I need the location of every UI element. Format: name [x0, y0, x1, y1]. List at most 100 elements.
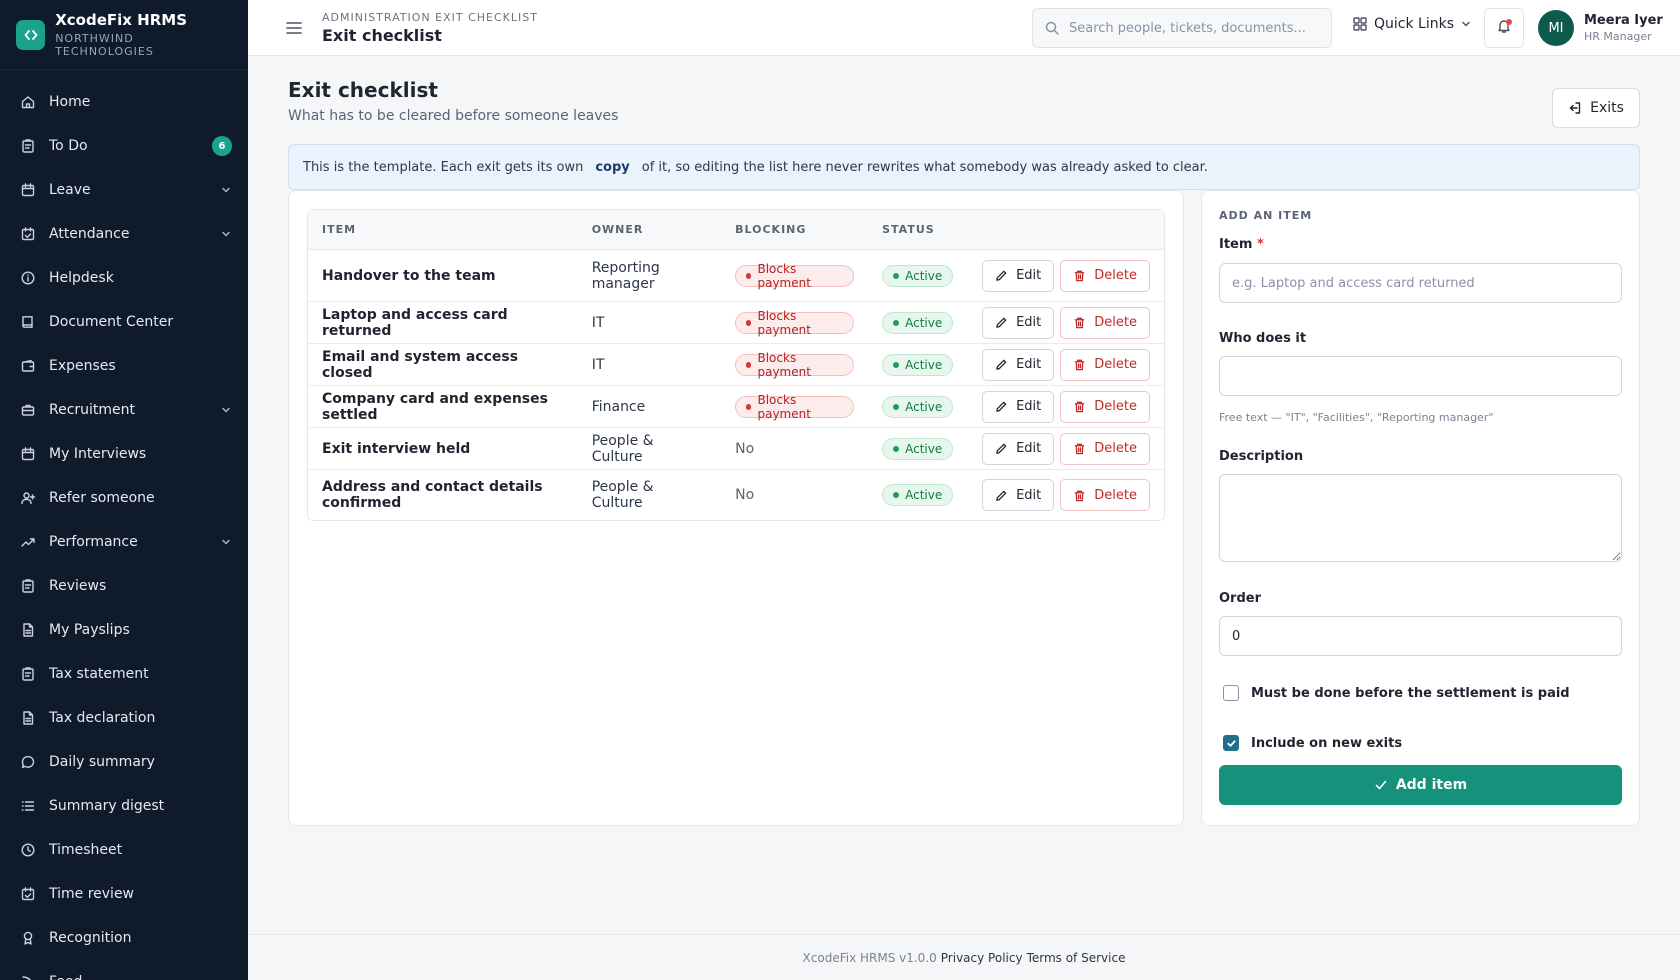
sidebar-item-tax-statement[interactable]: Tax statement — [0, 652, 248, 696]
sidebar-item-my-interviews[interactable]: My Interviews — [0, 432, 248, 476]
edit-button[interactable]: Edit — [982, 432, 1055, 465]
status-badge: Active — [882, 264, 954, 287]
sidebar-item-attendance[interactable]: Attendance — [0, 212, 248, 256]
user-menu[interactable]: MI Meera Iyer HR Manager — [1538, 10, 1663, 46]
chevron-down-icon[interactable] — [220, 404, 232, 416]
sidebar-item-recruitment[interactable]: Recruitment — [0, 388, 248, 432]
quick-links-label: Quick Links — [1374, 16, 1455, 32]
todo-count-badge: 6 — [212, 136, 232, 156]
blocking-checkbox-row[interactable]: Must be done before the settlement is pa… — [1219, 685, 1570, 701]
footer: XcodeFix HRMS v1.0.0 Privacy Policy Term… — [248, 934, 1680, 980]
file-icon — [20, 710, 36, 726]
sidebar-item-home[interactable]: Home — [0, 80, 248, 124]
footer-version: XcodeFix HRMS v1.0.0 — [802, 950, 937, 965]
edit-button[interactable]: Edit — [982, 306, 1055, 339]
who-input[interactable] — [1219, 356, 1622, 396]
include-checkbox[interactable] — [1223, 735, 1239, 751]
search-box[interactable] — [1032, 8, 1332, 48]
pencil-icon — [995, 316, 1008, 329]
quick-links-button[interactable]: Quick Links — [1352, 16, 1472, 32]
terms-link[interactable]: Terms of Service — [1027, 951, 1126, 965]
who-hint: Free text — "IT", "Facilities", "Reporti… — [1219, 411, 1494, 424]
status-badge-text: Active — [905, 357, 943, 372]
sidebar-item-expenses[interactable]: Expenses — [0, 344, 248, 388]
file-icon — [20, 622, 36, 638]
sidebar-item-time-review[interactable]: Time review — [0, 872, 248, 916]
delete-button[interactable]: Delete — [1060, 432, 1150, 465]
sidebar-item-daily-summary[interactable]: Daily summary — [0, 740, 248, 784]
sidebar-item-feed[interactable]: Feed — [0, 960, 248, 980]
chevron-down-icon[interactable] — [220, 536, 232, 548]
sidebar-item-my-payslips[interactable]: My Payslips — [0, 608, 248, 652]
sidebar-item-helpdesk[interactable]: Helpdesk — [0, 256, 248, 300]
blocking-checkbox[interactable] — [1223, 685, 1239, 701]
sidebar-nav: Home To Do 6 Leave Attendance Helpdesk Documen… — [0, 70, 248, 980]
sidebar-item-document-center[interactable]: Document Center — [0, 300, 248, 344]
sidebar-item-summary-digest[interactable]: Summary digest — [0, 784, 248, 828]
delete-button[interactable]: Delete — [1060, 348, 1150, 381]
menu-toggle-icon[interactable] — [284, 18, 304, 38]
search-input[interactable] — [1069, 20, 1309, 36]
briefcase-icon — [20, 402, 36, 418]
edit-button[interactable]: Edit — [982, 259, 1055, 292]
order-input[interactable] — [1219, 616, 1622, 656]
info-text-before: This is the template. Each exit gets its… — [303, 159, 584, 175]
sidebar-item-recognition[interactable]: Recognition — [0, 916, 248, 960]
edit-button[interactable]: Edit — [982, 479, 1055, 511]
cell-item: Laptop and access card returned — [308, 302, 578, 344]
edit-label: Edit — [1016, 357, 1042, 372]
sidebar-item-leave[interactable]: Leave — [0, 168, 248, 212]
table-header-row: ITEM OWNER BLOCKING STATUS — [308, 210, 1164, 250]
sidebar-item-timesheet[interactable]: Timesheet — [0, 828, 248, 872]
delete-button[interactable]: Delete — [1060, 259, 1150, 292]
pencil-icon — [995, 489, 1008, 502]
delete-label: Delete — [1094, 399, 1137, 414]
brand[interactable]: XcodeFix HRMS NORTHWIND TECHNOLOGIES — [0, 0, 248, 70]
cell-blocking: No — [721, 470, 868, 520]
sidebar-item-label: Attendance — [49, 226, 130, 242]
sidebar-item-label: Daily summary — [49, 754, 155, 770]
chevron-down-icon[interactable] — [220, 228, 232, 240]
info-code: copy — [595, 159, 630, 175]
table-row: Laptop and access card returned IT Blocks … — [308, 302, 1164, 344]
exits-button[interactable]: Exits — [1552, 88, 1640, 128]
add-item-button[interactable]: Add item — [1219, 765, 1622, 805]
description-textarea[interactable] — [1219, 474, 1622, 562]
cell-status: Active — [868, 386, 969, 428]
sidebar-item-performance[interactable]: Performance — [0, 520, 248, 564]
cell-actions: Edit Delete — [968, 470, 1164, 520]
cell-actions: Edit Delete — [968, 386, 1164, 428]
delete-button[interactable]: Delete — [1060, 306, 1150, 339]
breadcrumb: ADMINISTRATION EXIT CHECKLIST — [322, 10, 538, 24]
edit-button[interactable]: Edit — [982, 390, 1055, 423]
trash-icon — [1073, 269, 1086, 282]
add-item-panel: ADD AN ITEM Item * Who does it Free text… — [1201, 190, 1640, 826]
sidebar-item-label: Performance — [49, 534, 138, 550]
chevron-down-icon[interactable] — [220, 184, 232, 196]
pencil-icon — [995, 358, 1008, 371]
sidebar-item-tax-declaration[interactable]: Tax declaration — [0, 696, 248, 740]
status-badge-text: Active — [905, 441, 943, 456]
cell-item: Address and contact details confirmed — [322, 479, 543, 511]
blocking-badge: Blocks payment — [735, 351, 855, 379]
sidebar-item-label: Home — [49, 94, 91, 110]
delete-button[interactable]: Delete — [1060, 390, 1150, 423]
include-checkbox-row[interactable]: Include on new exits — [1219, 735, 1402, 751]
delete-button[interactable]: Delete — [1060, 479, 1150, 511]
notifications-button[interactable] — [1484, 8, 1524, 48]
cell-blocking: No — [721, 428, 869, 470]
calendar-icon — [20, 182, 36, 198]
book-icon — [20, 314, 36, 330]
status-badge: Active — [882, 311, 954, 334]
sidebar-item-to-do[interactable]: To Do 6 — [0, 124, 248, 168]
sidebar-item-reviews[interactable]: Reviews — [0, 564, 248, 608]
trend-up-icon — [20, 534, 36, 550]
edit-button[interactable]: Edit — [982, 348, 1055, 381]
delete-label: Delete — [1094, 268, 1137, 283]
privacy-link[interactable]: Privacy Policy — [941, 951, 1023, 965]
item-input[interactable] — [1219, 263, 1622, 303]
table-row: Exit interview held People & Culture No Act… — [308, 428, 1164, 470]
sidebar-item-refer-someone[interactable]: Refer someone — [0, 476, 248, 520]
pencil-icon — [995, 400, 1008, 413]
cell-blocking: Blocks payment — [721, 386, 869, 428]
